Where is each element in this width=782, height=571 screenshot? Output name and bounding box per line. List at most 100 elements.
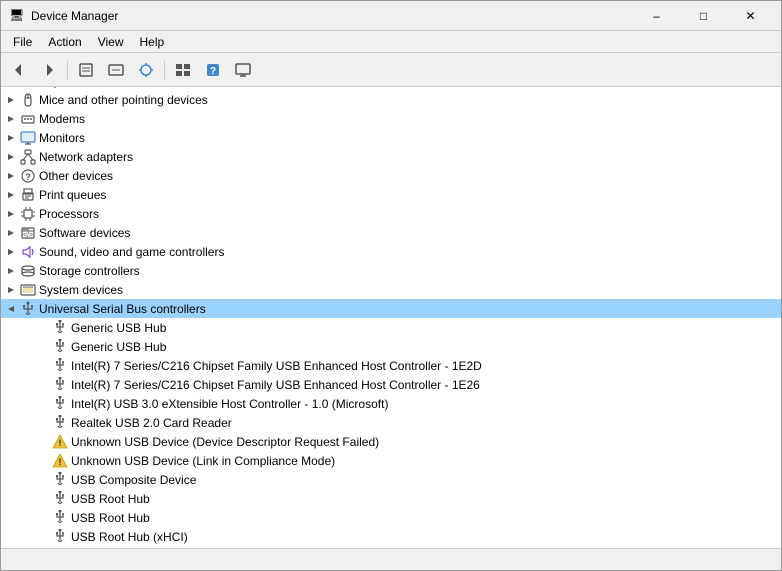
tree-item-intel-usb3[interactable]: Intel(R) USB 3.0 eXtensible Host Control… xyxy=(1,394,781,413)
tree-item-usb-hub1[interactable]: Generic USB Hub xyxy=(1,318,781,337)
toolbar-separator-1 xyxy=(67,60,68,80)
chevron-icon xyxy=(37,360,49,372)
menu-file[interactable]: File xyxy=(5,33,40,51)
tree-item-label: Storage controllers xyxy=(39,264,140,278)
monitor-button[interactable] xyxy=(229,57,257,83)
tree-item-label: USB Composite Device xyxy=(71,473,196,487)
tree-item-label: Intel(R) 7 Series/C216 Chipset Family US… xyxy=(71,359,482,373)
driver-button[interactable] xyxy=(102,57,130,83)
tree-item-root-hub-xhci[interactable]: USB Root Hub (xHCI) xyxy=(1,527,781,546)
titlebar: 🖥 Device Manager – □ ✕ xyxy=(1,1,781,31)
warning-icon: ! xyxy=(52,434,68,450)
tree-item-root-hub1[interactable]: USB Root Hub xyxy=(1,489,781,508)
monitor-icon xyxy=(235,62,251,78)
view-button[interactable] xyxy=(169,57,197,83)
tree-item-label: Universal Serial Bus controllers xyxy=(39,302,206,316)
tree-item-modems[interactable]: Modems xyxy=(1,109,781,128)
tree-item-storage[interactable]: Storage controllers xyxy=(1,261,781,280)
tree-item-label: Intel(R) USB 3.0 eXtensible Host Control… xyxy=(71,397,388,411)
help-button[interactable]: ? xyxy=(199,57,227,83)
menubar: File Action View Help xyxy=(1,31,781,53)
chevron-icon xyxy=(37,398,49,410)
chevron-icon xyxy=(5,246,17,258)
tree-item-intel-1e2d[interactable]: Intel(R) 7 Series/C216 Chipset Family US… xyxy=(1,356,781,375)
tree-item-unknown2[interactable]: !Unknown USB Device (Link in Compliance … xyxy=(1,451,781,470)
monitor-icon xyxy=(20,130,36,146)
window-title: Device Manager xyxy=(31,9,634,23)
toolbar: ? xyxy=(1,53,781,87)
chevron-icon xyxy=(37,417,49,429)
view-icon xyxy=(175,62,191,78)
warning-icon: ! xyxy=(52,453,68,469)
tree-item-monitors[interactable]: Monitors xyxy=(1,128,781,147)
chevron-icon xyxy=(37,322,49,334)
tree-item-label: Generic USB Hub xyxy=(71,340,166,354)
content-area: Keyboards Mice and other pointing devices… xyxy=(1,87,781,548)
tree-item-label: USB Root Hub xyxy=(71,511,150,525)
tree-item-realtek[interactable]: Realtek USB 2.0 Card Reader xyxy=(1,413,781,432)
tree-item-software[interactable]: </>Software devices xyxy=(1,223,781,242)
chevron-icon xyxy=(5,303,17,315)
chevron-icon xyxy=(37,474,49,486)
chevron-icon xyxy=(37,531,49,543)
tree-item-root-hub2[interactable]: USB Root Hub xyxy=(1,508,781,527)
menu-action[interactable]: Action xyxy=(40,33,89,51)
properties-icon xyxy=(78,62,94,78)
keyboard-icon xyxy=(20,87,36,89)
tree-item-label: USB Root Hub xyxy=(71,492,150,506)
usb-dev-icon xyxy=(52,320,68,336)
usb-dev-icon xyxy=(52,377,68,393)
close-button[interactable]: ✕ xyxy=(728,1,773,31)
properties-button[interactable] xyxy=(72,57,100,83)
menu-help[interactable]: Help xyxy=(132,33,173,51)
chevron-icon xyxy=(5,265,17,277)
modem-icon xyxy=(20,111,36,127)
scan-button[interactable] xyxy=(132,57,160,83)
usb-dev-icon xyxy=(52,510,68,526)
svg-text:!: ! xyxy=(59,438,62,448)
tree-item-print[interactable]: Print queues xyxy=(1,185,781,204)
tree-item-label: Print queues xyxy=(39,188,106,202)
tree-item-label: Keyboards xyxy=(39,87,96,88)
mouse-icon xyxy=(20,92,36,108)
tree-item-network[interactable]: Network adapters xyxy=(1,147,781,166)
statusbar xyxy=(1,548,781,570)
usb-dev-icon xyxy=(52,415,68,431)
tree-item-intel-1e26[interactable]: Intel(R) 7 Series/C216 Chipset Family US… xyxy=(1,375,781,394)
storage-icon xyxy=(20,263,36,279)
back-button[interactable] xyxy=(5,57,33,83)
back-icon xyxy=(11,62,27,78)
svg-text:?: ? xyxy=(25,172,31,182)
device-tree[interactable]: Keyboards Mice and other pointing devices… xyxy=(1,87,781,548)
tree-item-mice[interactable]: Mice and other pointing devices xyxy=(1,90,781,109)
tree-item-other[interactable]: ? Other devices xyxy=(1,166,781,185)
print-icon xyxy=(20,187,36,203)
tree-item-usb[interactable]: Universal Serial Bus controllers xyxy=(1,299,781,318)
tree-item-unknown1[interactable]: !Unknown USB Device (Device Descriptor R… xyxy=(1,432,781,451)
tree-item-label: Realtek USB 2.0 Card Reader xyxy=(71,416,232,430)
svg-text:</>: </> xyxy=(23,232,33,239)
usb-dev-icon xyxy=(52,339,68,355)
tree-item-processors[interactable]: Processors xyxy=(1,204,781,223)
tree-item-sound[interactable]: Sound, video and game controllers xyxy=(1,242,781,261)
maximize-button[interactable]: □ xyxy=(681,1,726,31)
tree-item-label: Modems xyxy=(39,112,85,126)
svg-text:?: ? xyxy=(210,66,216,77)
minimize-button[interactable]: – xyxy=(634,1,679,31)
tree-item-usb-hub2[interactable]: Generic USB Hub xyxy=(1,337,781,356)
tree-item-label: Network adapters xyxy=(39,150,133,164)
tree-item-system[interactable]: System devices xyxy=(1,280,781,299)
tree-item-label: Intel(R) 7 Series/C216 Chipset Family US… xyxy=(71,378,480,392)
tree-item-composite[interactable]: USB Composite Device xyxy=(1,470,781,489)
chevron-icon xyxy=(5,189,17,201)
tree-item-label: Mice and other pointing devices xyxy=(39,93,208,107)
tree-item-label: USB Root Hub (xHCI) xyxy=(71,530,188,544)
menu-view[interactable]: View xyxy=(90,33,132,51)
help-icon: ? xyxy=(205,62,221,78)
chevron-icon xyxy=(5,132,17,144)
tree-item-label: Other devices xyxy=(39,169,113,183)
window-controls: – □ ✕ xyxy=(634,1,773,31)
chevron-icon xyxy=(37,379,49,391)
scan-icon xyxy=(138,62,154,78)
forward-button[interactable] xyxy=(35,57,63,83)
